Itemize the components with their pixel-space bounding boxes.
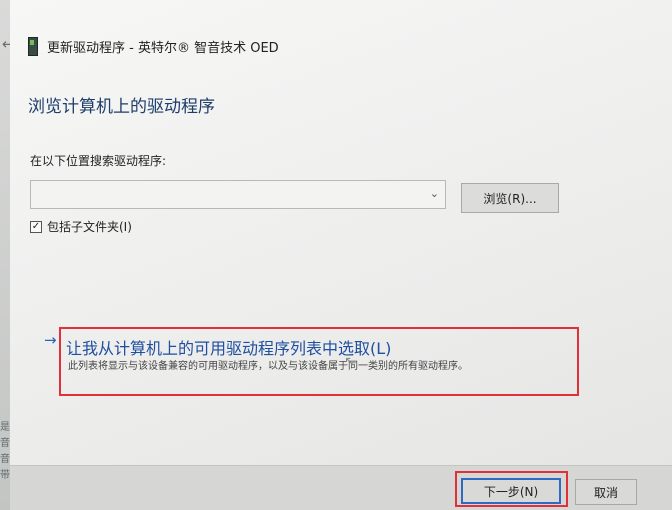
background-window-text: 是 音 音 带 [0,420,10,484]
dialog-footer [10,465,672,510]
pick-from-list-link[interactable]: 让我从计算机上的可用驱动程序列表中选取(L) [66,335,391,359]
dialog-header: 更新驱动程序 - 英特尔® 智音技术 OED [28,37,279,56]
next-button[interactable]: 下一步(N) [461,478,561,504]
mouse-cursor-icon: ↖ [344,354,356,370]
background-char: 音 [0,438,10,449]
cancel-button[interactable]: 取消 [575,479,637,505]
device-icon [28,37,38,56]
pick-arrow-icon: → [44,331,57,349]
include-subfolders-label: 包括子文件夹(I) [47,220,132,234]
page-title: 浏览计算机上的驱动程序 [28,97,215,117]
chevron-down-icon[interactable]: ⌄ [430,187,439,200]
window-title: 更新驱动程序 - 英特尔® 智音技术 OED [47,41,279,56]
background-char: 是 [0,422,10,433]
include-subfolders-row[interactable]: ✓ 包括子文件夹(I) [30,218,132,235]
update-driver-dialog [10,0,672,510]
background-char: 音 [0,454,10,465]
pick-from-list-description: 此列表将显示与该设备兼容的可用驱动程序，以及与该设备属于同一类别的所有驱动程序。 [68,361,468,372]
background-char: 带 [0,470,10,481]
search-location-label: 在以下位置搜索驱动程序: [30,154,167,168]
browse-button[interactable]: 浏览(R)... [461,183,559,213]
driver-path-combobox[interactable]: ⌄ [30,180,446,209]
include-subfolders-checkbox[interactable]: ✓ [30,220,42,233]
